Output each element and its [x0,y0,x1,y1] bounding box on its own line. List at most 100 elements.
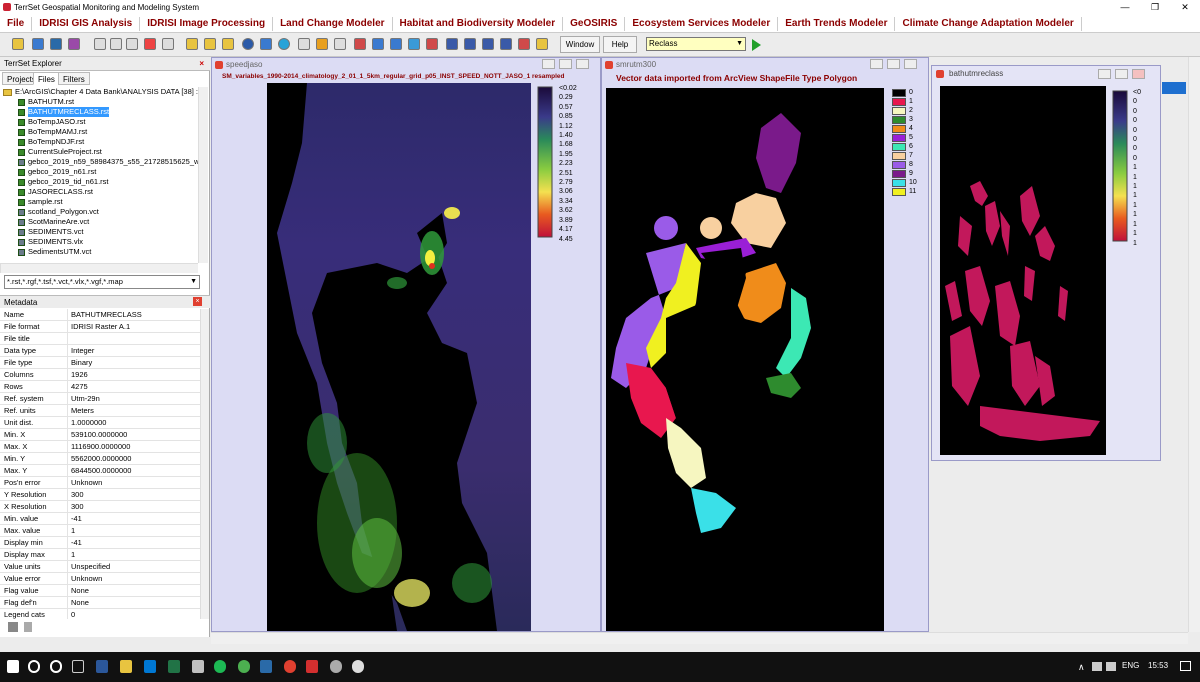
menu-gis-analysis[interactable]: IDRISI GIS Analysis [32,16,141,31]
surface-icon[interactable] [408,38,420,50]
file-explorer-icon[interactable] [120,660,132,673]
notification-icon[interactable] [1180,661,1191,671]
overlay-icon[interactable] [500,38,512,50]
minimize-icon[interactable]: — [1110,0,1140,15]
word-icon[interactable] [96,660,108,673]
globe-icon[interactable] [278,38,290,50]
search-icon[interactable] [28,660,40,673]
restore-icon[interactable] [1115,69,1128,79]
table-icon[interactable] [464,38,476,50]
grid-icon[interactable] [446,38,458,50]
menu-file[interactable]: File [0,16,33,31]
terrset-taskbar-icon[interactable] [284,660,296,673]
cortana-icon[interactable] [50,660,62,673]
file-item[interactable]: gebco_2019_tid_n61.rst [0,177,198,187]
file-item[interactable]: sample.rst [0,197,198,207]
calculator-icon[interactable] [482,38,494,50]
chart-icon[interactable] [426,38,438,50]
menu-geosiris[interactable]: GeOSIRIS [563,16,626,31]
file-item[interactable]: ScotMarineAre.vct [0,217,198,227]
delete-feature-icon[interactable] [222,38,234,50]
module-select[interactable]: Reclass ▼ [646,37,746,51]
feature-icon[interactable] [334,38,346,50]
file-item[interactable]: BATHUTM.rst [0,97,198,107]
reclass-icon[interactable] [518,38,530,50]
window-icon[interactable] [144,38,156,50]
info-icon[interactable] [242,38,254,50]
edit-icon[interactable] [204,38,216,50]
task-view-icon[interactable] [72,660,84,673]
file-item[interactable]: SEDIMENTS.vlx [0,237,198,247]
language-indicator[interactable]: ENG [1122,661,1139,670]
tree-root[interactable]: E:\ArcGIS\Chapter 4 Data Bank\ANALYSIS D… [0,87,198,97]
menu-climate-change[interactable]: Climate Change Adaptation Modeler [895,16,1082,31]
help-button[interactable]: Help [603,36,637,53]
file-item[interactable]: BoTempJASO.rst [0,117,198,127]
wind-speed-map[interactable] [267,83,531,631]
gps-icon[interactable] [354,38,366,50]
restore-icon[interactable] [559,59,572,69]
start-icon[interactable] [7,660,19,673]
menu-image-processing[interactable]: IDRISI Image Processing [140,16,274,31]
metadata-scrollbar[interactable] [200,309,209,619]
composer-icon[interactable] [50,38,62,50]
run-icon[interactable] [752,39,761,51]
group-icon[interactable] [372,38,384,50]
wave-icon[interactable] [390,38,402,50]
file-item[interactable]: JASORECLASS.rst [0,187,198,197]
restore-icon[interactable]: ❐ [1140,0,1170,15]
map-window-bathutmreclass[interactable]: bathutmreclass <0 0 0 0 0 0 0 0 1 1 1 1 … [931,65,1161,461]
volume-icon[interactable] [1106,662,1116,671]
minimize-icon[interactable] [542,59,555,69]
close-icon[interactable] [904,59,917,69]
file-item[interactable]: gebco_2019_n61.rst [0,167,198,177]
file-filter-select[interactable]: *.rst,*.rgf,*.tsf,*.vct,*.vlx,*.vgf,*.ma… [4,275,200,289]
mdi-vscrollbar[interactable] [1188,57,1200,632]
query-icon[interactable] [298,38,310,50]
window-button[interactable]: Window [560,36,600,53]
file-item[interactable]: gebco_2019_n59_58984375_s55_21728515625_… [0,157,198,167]
excel-icon[interactable] [168,660,180,673]
close-icon[interactable] [1132,69,1145,79]
app-icon-8[interactable] [260,660,272,673]
digitize-icon[interactable] [186,38,198,50]
close-icon[interactable] [576,59,589,69]
close-icon[interactable]: ✕ [1170,0,1200,15]
page-icon[interactable] [24,622,32,632]
file-tree-scrollbar[interactable] [198,87,208,263]
file-item[interactable]: SEDIMENTS.vct [0,227,198,237]
zoom-out-icon[interactable] [110,38,122,50]
app-icon-5[interactable] [192,660,204,673]
tab-files[interactable]: Files [33,72,60,85]
tray-chevron-icon[interactable]: ∧ [1078,662,1085,673]
file-item[interactable]: BATHUTMRECLASS.rst [0,107,198,117]
menu-habitat-biodiversity[interactable]: Habitat and Biodiversity Modeler [393,16,564,31]
display-icon[interactable] [32,38,44,50]
tab-filters[interactable]: Filters [58,72,90,85]
map-window-speedjaso[interactable]: speedjaso SM_variables_1990-2014_climato… [211,57,601,632]
minimize-icon[interactable] [870,59,883,69]
map-window-smrutm300[interactable]: smrutm300 Vector data imported from ArcV… [601,57,929,632]
settings-icon[interactable] [330,660,342,673]
file-item[interactable]: BoTempNDJF.rst [0,137,198,147]
pan-icon[interactable] [126,38,138,50]
app-icon-12[interactable] [352,660,364,673]
zoom-in-icon[interactable] [94,38,106,50]
file-item[interactable]: CurrentSuleProject.rst [0,147,198,157]
close-icon[interactable]: × [199,57,204,71]
full-extent-icon[interactable] [162,38,174,50]
spotify-icon[interactable] [214,660,226,673]
mdi-hscrollbar[interactable] [211,632,1188,644]
outlook-icon[interactable] [144,660,156,673]
open-icon[interactable] [12,38,24,50]
close-icon[interactable]: × [193,297,202,306]
measure-icon[interactable] [260,38,272,50]
file-tree-hscrollbar[interactable] [0,263,198,273]
macro-icon[interactable] [536,38,548,50]
polygon-map[interactable] [606,88,884,631]
file-item[interactable]: SedimentsUTM.vct [0,247,198,257]
layer-icon[interactable] [68,38,80,50]
file-item[interactable]: BoTempMAMJ.rst [0,127,198,137]
save-metadata-icon[interactable] [8,622,18,632]
menu-earth-trends[interactable]: Earth Trends Modeler [778,16,896,31]
